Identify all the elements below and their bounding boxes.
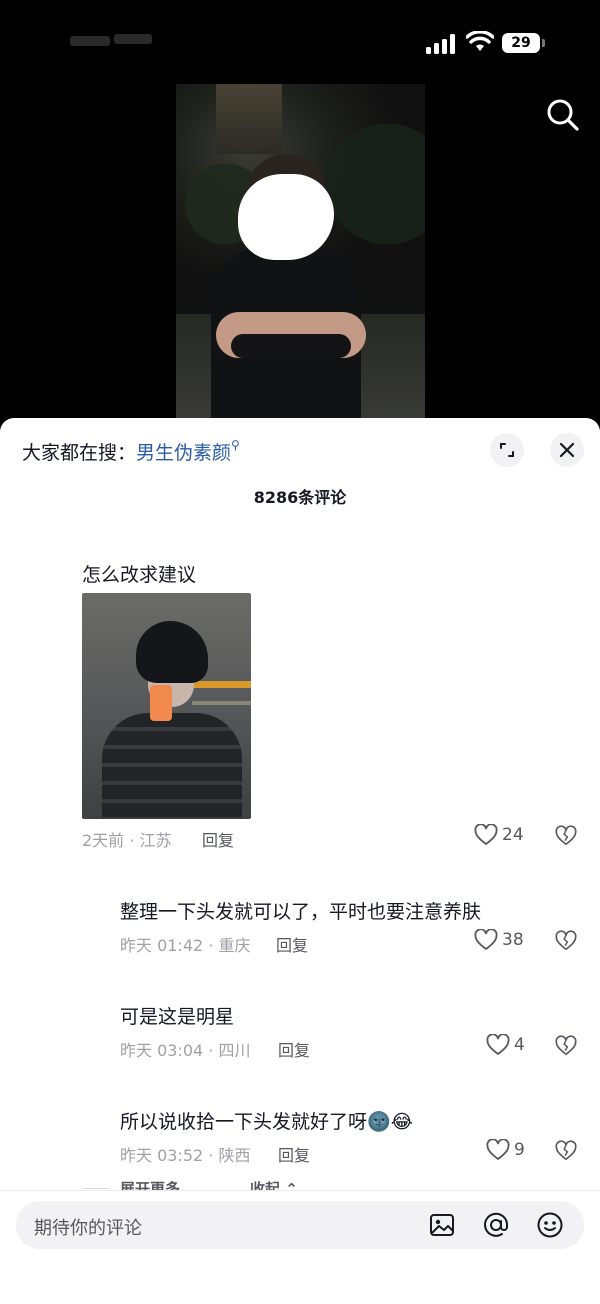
broken-heart-icon[interactable] <box>555 1035 577 1057</box>
reply-button[interactable]: 回复 <box>278 1037 310 1061</box>
expand-icon <box>500 443 514 457</box>
small-search-icon: ⚲ <box>231 438 240 452</box>
reply-button[interactable]: 回复 <box>278 1142 310 1166</box>
close-button[interactable] <box>550 433 584 467</box>
like-button[interactable]: 38 <box>474 929 524 951</box>
heart-icon <box>486 1034 510 1055</box>
like-button[interactable]: 24 <box>474 824 524 846</box>
comment-count: 8286条评论 <box>253 488 347 507</box>
battery-cap <box>542 39 545 47</box>
broken-heart-icon[interactable] <box>555 825 577 847</box>
like-count: 24 <box>502 825 524 845</box>
signal-icon <box>426 34 456 54</box>
photo-railing <box>192 701 251 705</box>
face-blur-mask <box>238 174 334 260</box>
photo-person <box>102 713 242 819</box>
emoji-icon: 🌚 <box>367 1111 391 1133</box>
reply-meta: 昨天 03:52 · 陕西 <box>120 1146 251 1165</box>
reply-meta: 昨天 03:04 · 四川 <box>120 1041 251 1060</box>
like-button[interactable]: 9 <box>486 1139 525 1161</box>
emoji-icon: 😂 <box>390 1111 413 1133</box>
video-sleeve <box>231 334 351 358</box>
divider <box>82 1188 110 1189</box>
reply-text: 整理一下头发就可以了，平时也要注意养肤 <box>120 901 482 923</box>
wifi-icon <box>466 31 494 51</box>
reply-button[interactable]: 回复 <box>202 827 234 851</box>
heart-icon <box>474 824 498 845</box>
expand-button[interactable] <box>490 433 524 467</box>
search-icon[interactable] <box>544 96 582 134</box>
image-icon[interactable] <box>428 1211 456 1239</box>
like-count: 4 <box>514 1035 525 1055</box>
like-count: 9 <box>514 1140 525 1160</box>
heart-icon <box>486 1139 510 1160</box>
photo-hair <box>136 621 208 683</box>
reply-meta: 昨天 01:42 · 重庆 <box>120 936 251 955</box>
reply-button[interactable]: 回复 <box>276 932 308 956</box>
trending-search[interactable]: 大家都在搜：男生伪素颜⚲ <box>22 438 240 465</box>
trending-prefix: 大家都在搜： <box>22 442 137 464</box>
close-icon <box>559 442 575 458</box>
photo-phone <box>150 685 172 721</box>
reply-text: 可是这是明星 <box>120 1006 235 1028</box>
comment-sheet: 大家都在搜：男生伪素颜⚲ 8286条评论 怎么改求建议 2天前 · 江苏 回复 … <box>0 418 600 1304</box>
comment-input-bar: 期待你的评论 <box>0 1190 600 1304</box>
at-icon[interactable] <box>482 1211 510 1239</box>
emoji-icon[interactable] <box>536 1211 564 1239</box>
carrier-blurred <box>70 30 156 56</box>
comment-placeholder: 期待你的评论 <box>34 1218 142 1239</box>
status-bar: 29 <box>0 0 600 84</box>
trending-keyword[interactable]: 男生伪素颜 <box>136 442 231 464</box>
comment-image[interactable] <box>82 593 251 819</box>
like-button[interactable]: 4 <box>486 1034 525 1056</box>
like-count: 38 <box>502 930 524 950</box>
broken-heart-icon[interactable] <box>555 930 577 952</box>
broken-heart-icon[interactable] <box>555 1140 577 1162</box>
battery-level: 29 <box>502 33 540 53</box>
heart-icon <box>474 929 498 950</box>
reply-text-body: 所以说收拾一下头发就好了呀 <box>120 1111 368 1133</box>
comment-text: 怎么改求建议 <box>82 564 197 586</box>
comment-input[interactable]: 期待你的评论 <box>16 1201 584 1249</box>
comment-meta: 2天前 · 江苏 <box>82 831 172 850</box>
reply-text: 所以说收拾一下头发就好了呀🌚😂 <box>120 1107 413 1134</box>
video-player[interactable] <box>176 84 425 420</box>
photo-railing <box>192 681 251 688</box>
